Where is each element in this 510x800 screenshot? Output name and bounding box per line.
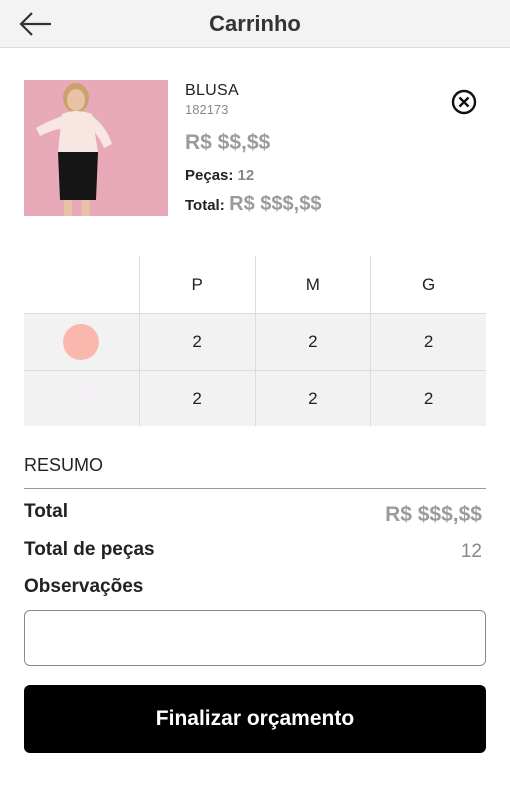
app-header: Carrinho: [0, 0, 510, 48]
grid-corner-cell: [24, 256, 139, 313]
total-value: R$ $$$,$$: [229, 193, 322, 215]
product-name: BLUSA: [185, 82, 239, 99]
color-swatch: [63, 324, 100, 360]
size-header-g: G: [370, 256, 486, 313]
quantity-cell[interactable]: 2: [138, 371, 255, 426]
observations-label: Observações: [24, 576, 144, 597]
product-total: Total: R$ $$$,$$: [185, 193, 321, 216]
summary-divider: [24, 488, 486, 489]
close-circle-icon: [451, 89, 477, 115]
pieces-value: 12: [237, 167, 255, 184]
summary-pieces-value: 12: [460, 541, 482, 562]
size-quantity-grid: P M G 2 2 2 2 2 2: [24, 256, 486, 426]
quantity-cell[interactable]: 2: [254, 371, 371, 426]
summary-total-value: R$ $$$,$$: [385, 503, 482, 526]
quantity-cell[interactable]: 2: [370, 314, 486, 370]
color-row: 2 2 2: [24, 370, 486, 426]
size-header-p: P: [138, 256, 255, 313]
product-price: R$ $$,$$: [185, 131, 271, 154]
product-pieces: Peças: 12: [185, 167, 254, 184]
color-cell: [24, 314, 139, 370]
pieces-label: Peças:: [185, 167, 234, 184]
product-image: [24, 80, 168, 216]
observations-field[interactable]: [24, 610, 486, 666]
size-header-row: P M G: [24, 256, 486, 313]
quantity-cell[interactable]: 2: [254, 314, 371, 370]
page-title: Carrinho: [209, 11, 301, 36]
quantity-cell[interactable]: 2: [370, 371, 486, 426]
summary-title: RESUMO: [24, 455, 104, 475]
remove-item-button[interactable]: [451, 89, 477, 115]
finalize-quote-button[interactable]: Finalizar orçamento: [24, 685, 486, 753]
summary-pieces-label: Total de peças: [24, 539, 155, 560]
total-label: Total:: [185, 197, 225, 214]
color-swatch: [63, 380, 100, 417]
product-code: 182173: [185, 102, 229, 117]
quantity-cell[interactable]: 2: [138, 314, 255, 370]
color-row: 2 2 2: [24, 313, 486, 370]
summary-total-label: Total: [24, 501, 68, 522]
size-header-m: M: [254, 256, 371, 313]
color-cell: [24, 371, 139, 426]
